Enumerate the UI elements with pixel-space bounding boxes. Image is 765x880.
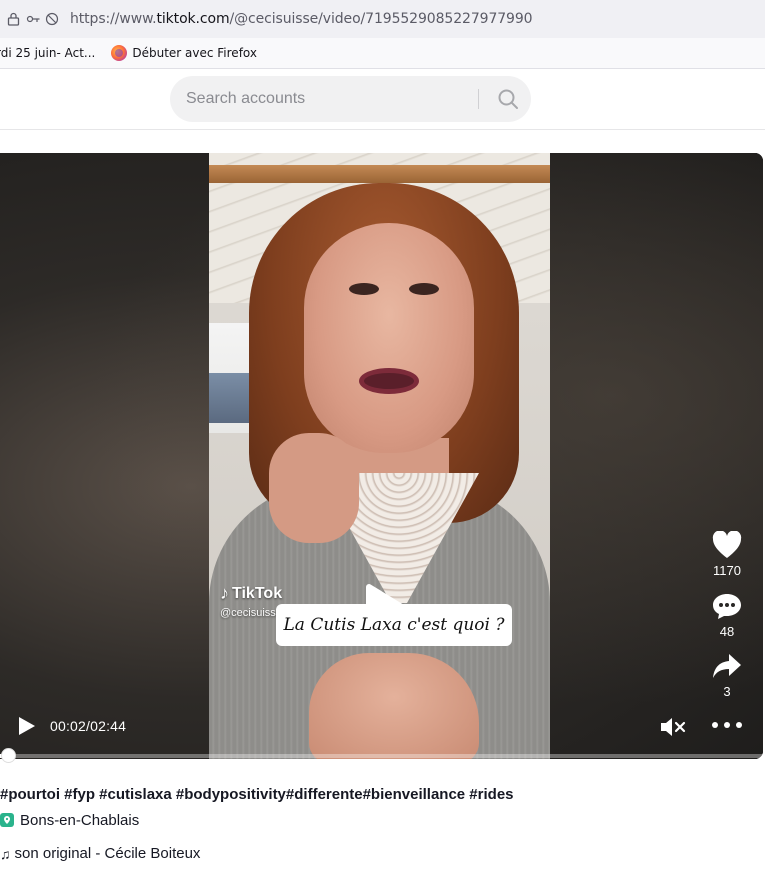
- url-domain: tiktok.com: [156, 11, 230, 27]
- location-label: Bons-en-Chablais: [20, 812, 140, 829]
- tiktok-logo-icon: ♪: [220, 583, 229, 603]
- bookmarks-toolbar: rdi 25 juin- Act... Débuter avec Firefox: [0, 38, 765, 69]
- video-time: 00:02/02:44: [50, 718, 127, 734]
- comment-action[interactable]: 48: [705, 591, 749, 639]
- address-url[interactable]: https://www.tiktok.com/@cecisuisse/video…: [70, 11, 533, 27]
- music-label: son original - Cécile Boiteux: [14, 845, 201, 862]
- watermark-brand: TikTok: [232, 584, 283, 602]
- share-count: 3: [723, 684, 731, 699]
- lock-icon[interactable]: [6, 12, 20, 26]
- comment-icon: [713, 594, 741, 619]
- video-player[interactable]: ♪ TikTok @cecisuisse: [0, 153, 763, 759]
- scene-eye: [349, 283, 379, 295]
- play-icon[interactable]: [16, 716, 36, 736]
- bookmark-item-act[interactable]: rdi 25 juin- Act...: [0, 46, 95, 60]
- url-prefix: https://www.: [70, 11, 157, 27]
- location-pin-icon: [0, 812, 14, 827]
- scene-beam: [209, 165, 550, 183]
- tiktok-header: [0, 70, 765, 130]
- scene-hand: [269, 433, 359, 543]
- mute-icon[interactable]: [660, 716, 686, 738]
- search-button[interactable]: [486, 76, 530, 122]
- like-action[interactable]: 1170: [705, 530, 749, 578]
- comment-count: 48: [719, 624, 735, 639]
- share-action[interactable]: 3: [705, 651, 749, 699]
- more-icon[interactable]: [712, 722, 742, 732]
- firefox-icon: [111, 45, 128, 61]
- progress-knob[interactable]: [2, 749, 15, 762]
- music-note-icon: ♫: [0, 845, 11, 862]
- scene-face: [304, 223, 474, 453]
- music-link[interactable]: ♫ son original - Cécile Boiteux: [0, 845, 200, 862]
- like-count: 1170: [713, 563, 741, 578]
- search-input[interactable]: [186, 90, 466, 108]
- browser-address-bar: https://www.tiktok.com/@cecisuisse/video…: [0, 0, 765, 38]
- scene-picture: [209, 373, 249, 423]
- search-icon: [498, 89, 518, 109]
- video-progress-bar[interactable]: [0, 749, 763, 762]
- watermark-handle: @cecisuisse: [220, 607, 282, 619]
- video-description: #pourtoi #fyp #cutislaxa #bodypositivity…: [0, 786, 514, 803]
- bookmark-label: Débuter avec Firefox: [132, 46, 257, 60]
- search-divider: [478, 89, 479, 109]
- heart-icon: [712, 531, 742, 558]
- video-frame[interactable]: [209, 153, 550, 759]
- video-caption: La Cutis Laxa c'est quoi ?: [276, 604, 512, 646]
- playback-controls: 00:02/02:44: [16, 716, 126, 736]
- permissions-icon[interactable]: [26, 12, 60, 26]
- scene-fist: [309, 653, 479, 759]
- search-bar: [170, 76, 531, 122]
- share-icon: [713, 654, 741, 678]
- tiktok-watermark: ♪ TikTok @cecisuisse: [220, 583, 282, 619]
- bookmark-item-firefox[interactable]: Débuter avec Firefox: [111, 45, 257, 61]
- url-path: /@cecisuisse/video/7195529085227977990: [229, 11, 533, 27]
- scene-eye: [409, 283, 439, 295]
- bookmark-label: rdi 25 juin- Act...: [0, 46, 96, 60]
- location-link[interactable]: Bons-en-Chablais: [0, 812, 139, 829]
- scene-mouth: [359, 368, 419, 394]
